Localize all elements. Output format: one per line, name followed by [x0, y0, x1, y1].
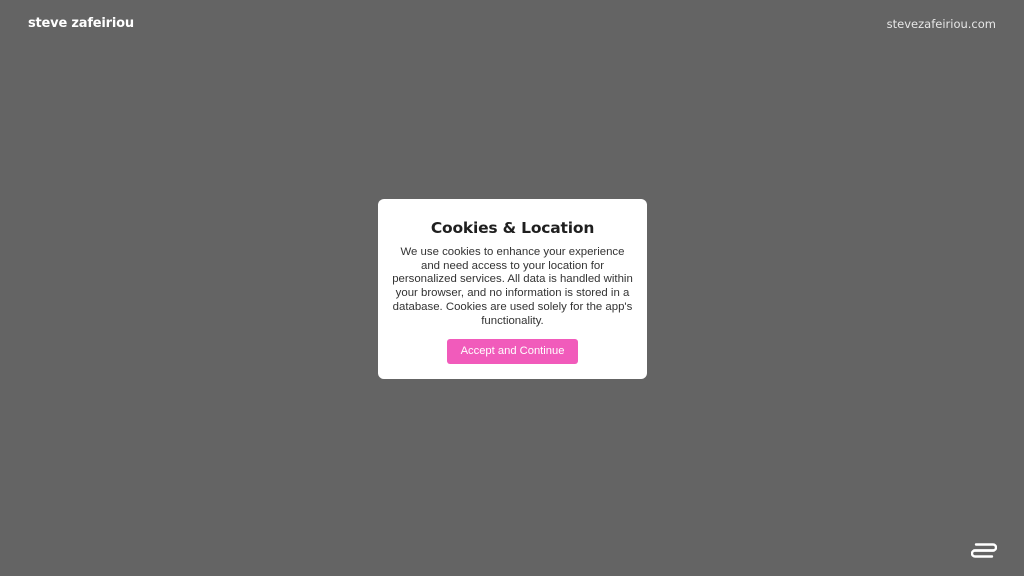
modal-title: Cookies & Location: [430, 219, 595, 237]
site-link[interactable]: stevezafeiriou.com: [887, 16, 996, 32]
accept-button[interactable]: Accept and Continue: [446, 339, 579, 365]
brand-name[interactable]: steve zafeiriou: [28, 15, 134, 33]
cookie-consent-modal: Cookies & Location We use cookies to enh…: [378, 199, 647, 379]
modal-body-text: We use cookies to enhance your experienc…: [392, 246, 633, 327]
brand-logo-icon[interactable]: [971, 541, 997, 559]
